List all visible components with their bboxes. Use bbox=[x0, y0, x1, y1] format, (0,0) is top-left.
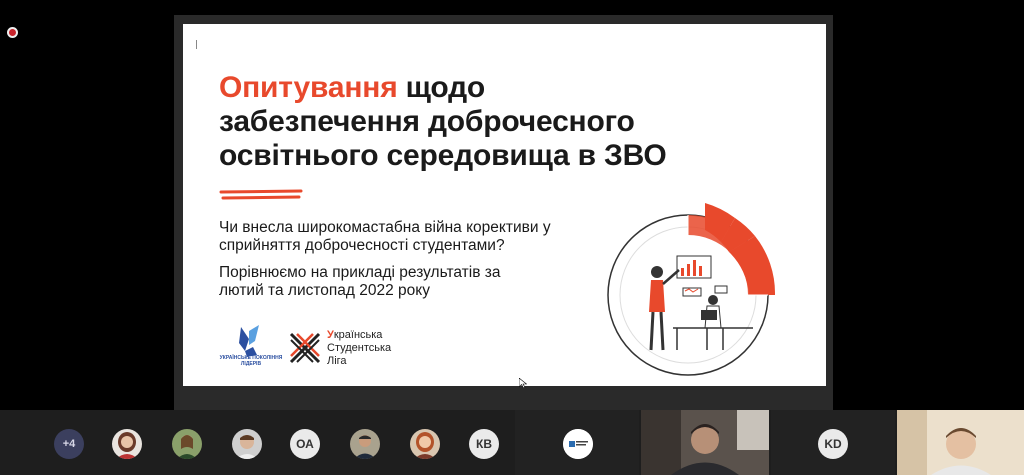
recording-indicator-icon bbox=[7, 27, 18, 38]
text-cursor-mark bbox=[196, 40, 197, 49]
screen-share-stage: Опитування щодо забезпечення доброчесног… bbox=[0, 0, 1024, 410]
participant-avatar-5[interactable] bbox=[410, 429, 440, 459]
title-line3: освітнього середовища в ЗВО bbox=[219, 139, 667, 172]
organization-logo-icon bbox=[563, 429, 593, 459]
title-line2: забезпечення доброчесного bbox=[219, 105, 635, 138]
participant-video-2[interactable] bbox=[897, 410, 1024, 475]
participant-avatar-kv[interactable]: КВ bbox=[469, 429, 499, 459]
logo-right-line2: Студентська bbox=[327, 342, 392, 354]
logo-right-accent-letter: У bbox=[327, 329, 334, 341]
logo-right-line3: Ліга bbox=[327, 355, 347, 367]
person-photo-icon bbox=[410, 429, 440, 459]
slide-comparison-note: Порівнюємо на прикладі результатів за лю… bbox=[219, 264, 501, 299]
participant-video-feed bbox=[641, 410, 769, 475]
more-participants-button[interactable]: +4 bbox=[54, 429, 84, 459]
person-photo-icon bbox=[350, 429, 380, 459]
mouse-pointer-icon bbox=[519, 378, 527, 388]
title-underline-stroke bbox=[219, 189, 303, 200]
person-photo-icon bbox=[112, 429, 142, 459]
analytics-illustration bbox=[607, 203, 776, 376]
title-accent-word: Опитування bbox=[219, 71, 398, 104]
participant-avatar-oa[interactable]: ОА bbox=[290, 429, 320, 459]
slide-question: Чи внесла широкомастабна війна корективи… bbox=[219, 219, 551, 254]
participant-avatar-2[interactable] bbox=[172, 429, 202, 459]
participant-avatar-org-logo[interactable] bbox=[563, 429, 593, 459]
person-photo-icon bbox=[172, 429, 202, 459]
participant-video-1[interactable] bbox=[641, 410, 769, 475]
title-line1-rest: щодо bbox=[405, 71, 486, 104]
logo-left-text: УКРАЇНСЬКЕ ПОКОЛІННЯ ЛІДЕРІВ bbox=[219, 355, 283, 367]
participant-avatar-3[interactable] bbox=[232, 429, 262, 459]
presentation-slide: Опитування щодо забезпечення доброчесног… bbox=[183, 24, 826, 386]
slide-title: Опитування щодо забезпечення доброчесног… bbox=[219, 71, 667, 173]
participant-avatar-4[interactable] bbox=[350, 429, 380, 459]
participant-video-feed bbox=[897, 410, 1024, 475]
logo-right-line1: країнська bbox=[333, 329, 383, 341]
logo-right-text: Українська Студентська Ліга bbox=[327, 329, 391, 368]
participant-avatar-kd[interactable]: KD bbox=[818, 429, 848, 459]
ukrainian-student-league-logo bbox=[289, 332, 321, 364]
person-photo-icon bbox=[232, 429, 262, 459]
participant-avatar-1[interactable] bbox=[112, 429, 142, 459]
